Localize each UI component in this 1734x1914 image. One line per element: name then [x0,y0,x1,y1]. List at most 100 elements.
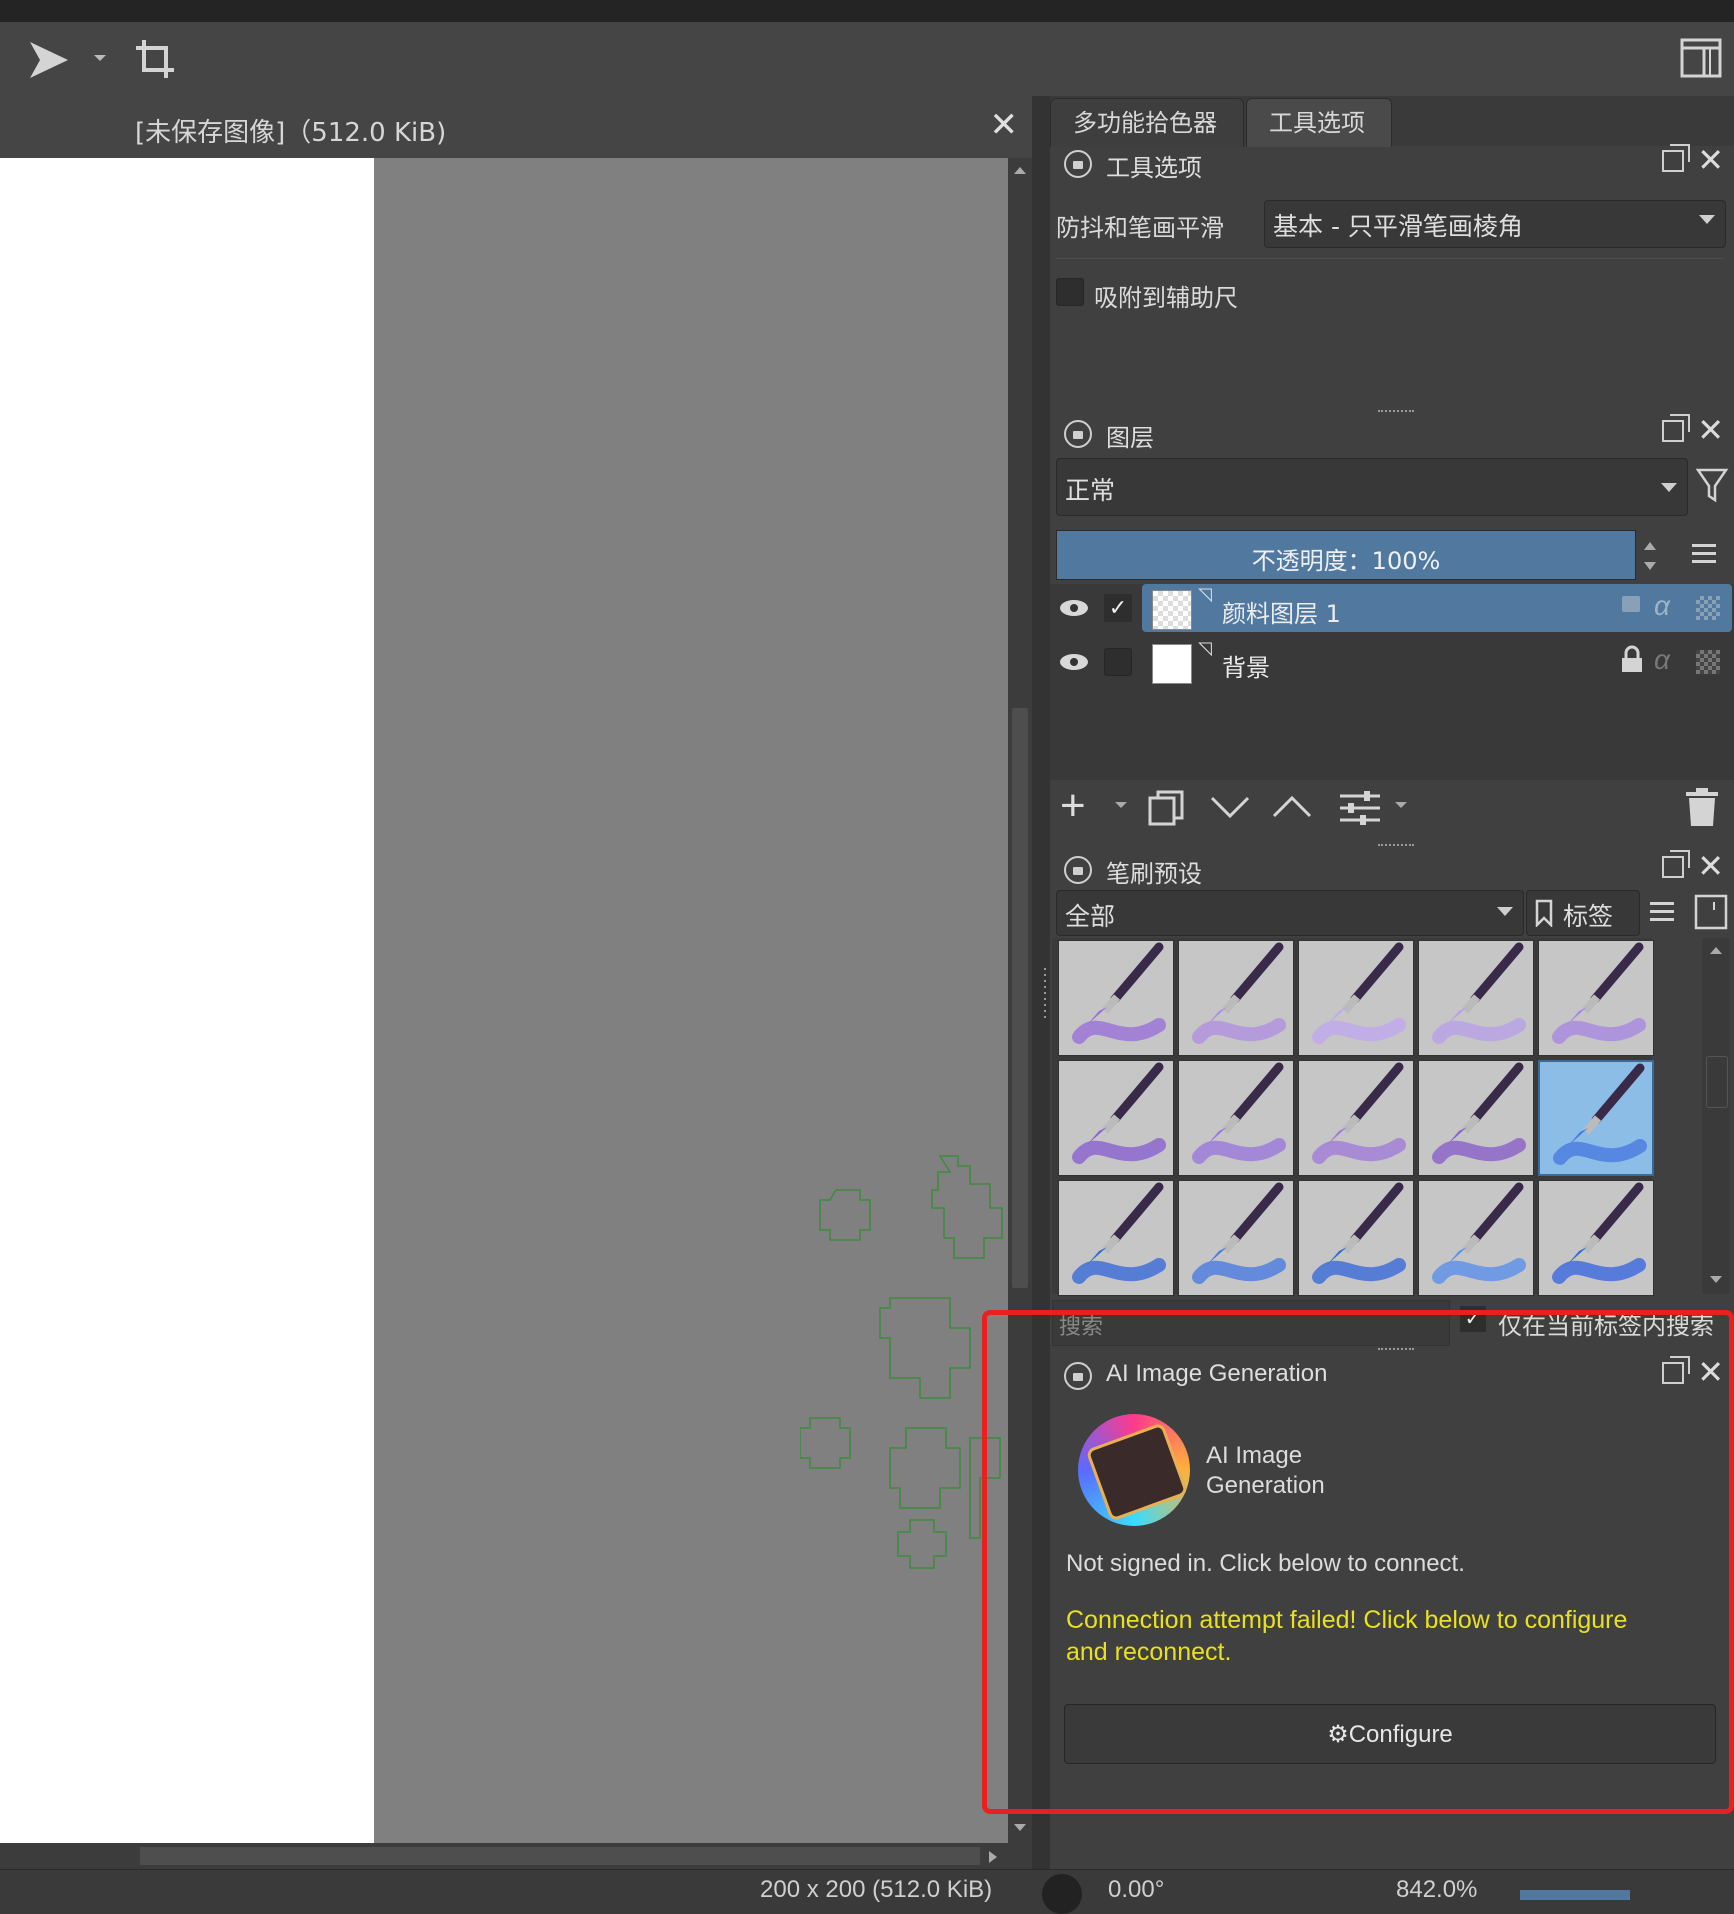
duplicate-icon[interactable] [1146,788,1186,828]
alpha-icon[interactable]: α [1654,590,1670,622]
tab-tool-options[interactable]: 工具选项 [1246,98,1392,147]
trash-icon[interactable] [1684,786,1720,828]
dropdown-arrow-icon[interactable] [1394,800,1408,810]
lock-icon[interactable] [1064,150,1092,178]
tool-options-header: 工具选项 ✕ [1064,144,1724,186]
move-down-icon[interactable] [1210,794,1250,820]
opacity-slider[interactable]: 不透明度：100% [1056,530,1636,580]
menu-icon[interactable] [1648,900,1678,928]
float-icon[interactable] [1662,414,1690,442]
layer-thumbnail [1152,590,1192,630]
tab-color-selector[interactable]: 多功能拾色器 [1050,98,1244,147]
close-icon[interactable]: ✕ [1697,144,1724,176]
properties-icon[interactable] [1338,790,1382,826]
smoothing-select[interactable]: 基本 - 只平滑笔画棱角 [1264,200,1726,248]
close-icon[interactable]: ✕ [990,108,1019,142]
brush-preset-tile[interactable] [1298,1180,1414,1296]
brush-preset-tile[interactable] [1178,1180,1294,1296]
snap-checkbox[interactable] [1056,278,1084,306]
crop-icon[interactable] [132,36,178,82]
zoom-slider[interactable] [1520,1890,1630,1900]
brush-preset-tile[interactable] [1418,1060,1534,1176]
menu-icon[interactable] [1690,540,1720,570]
brush-filter-select[interactable]: 全部 [1056,890,1524,936]
filter-icon[interactable] [1696,466,1730,510]
scroll-up-icon[interactable] [1012,164,1028,176]
chevron-down-icon [1497,907,1513,916]
document-tab[interactable]: [未保存图像]（512.0 KiB) ✕ [0,96,1032,159]
brush-preset-tile[interactable] [1538,940,1654,1056]
unlocked-icon[interactable] [1622,596,1640,612]
eye-icon[interactable] [1058,596,1090,620]
brush-preset-tile[interactable] [1418,940,1534,1056]
lock-icon[interactable] [1064,420,1092,448]
close-icon[interactable]: ✕ [1697,414,1724,446]
brush-preset-tile[interactable] [1418,1180,1534,1296]
splitter-grip[interactable] [1042,968,1048,1018]
brush-preset-tile[interactable] [1178,1060,1294,1176]
brush-icon [1192,1182,1286,1284]
blend-mode-value: 正常 [1065,476,1116,505]
highlight-box [982,1310,1734,1814]
main-toolbar [0,22,1734,97]
scroll-down-icon[interactable] [1012,1822,1028,1834]
lock-icon[interactable] [1064,856,1092,884]
scroll-right-icon[interactable] [986,1849,1000,1865]
checkmark-icon[interactable]: ✓ [1104,594,1132,622]
lock-icon[interactable] [1620,644,1644,674]
canvas[interactable] [0,158,1008,1843]
paint-layer-icon: ◹ [1198,584,1212,604]
layer-checkbox[interactable] [1104,648,1132,676]
brush-preset-tile[interactable] [1538,1180,1654,1296]
storage-icon[interactable] [1694,894,1728,930]
float-icon[interactable] [1662,850,1690,878]
brush-icon [1552,1182,1646,1284]
blend-mode-select[interactable]: 正常 [1056,458,1688,516]
status-bar: 200 x 200 (512.0 KiB) 0.00° 842.0% [0,1869,1734,1914]
brush-preset-tile[interactable] [1298,940,1414,1056]
rotation-icon[interactable] [1042,1874,1082,1914]
panel-title: 笔刷预设 [1106,860,1202,888]
close-icon[interactable]: ✕ [1697,850,1724,882]
brush-preset-tile[interactable] [1058,1180,1174,1296]
panel-title: 图层 [1106,424,1154,452]
scroll-up-icon[interactable] [1708,944,1724,956]
scrollbar-thumb[interactable] [1706,1056,1728,1108]
brush-preset-tile[interactable] [1538,1060,1654,1176]
opacity-spin-icon[interactable] [1640,532,1660,580]
tag-button[interactable]: 标签 [1526,890,1640,936]
image-canvas[interactable] [0,158,374,1843]
brush-icon [1432,942,1526,1044]
inherit-alpha-icon[interactable] [1696,596,1720,620]
inherit-alpha-icon[interactable] [1696,650,1720,674]
scrollbar-thumb[interactable] [1012,708,1028,1288]
splitter-grip[interactable] [1378,844,1414,850]
scrollbar-thumb[interactable] [140,1847,980,1865]
workspace-layout-icon[interactable] [1680,36,1722,80]
brush-preset-tile[interactable] [1178,940,1294,1056]
layer-thumbnail [1152,644,1192,684]
layer-row[interactable]: ✓ ◹ 颜料图层 1 α [1052,584,1732,634]
play-icon[interactable] [26,38,72,82]
float-icon[interactable] [1662,144,1690,172]
layer-name: 颜料图层 1 [1222,600,1341,628]
add-icon[interactable]: + [1060,784,1086,828]
brush-icon [1312,942,1406,1044]
canvas-horizontal-scrollbar[interactable] [0,1843,1032,1869]
move-up-icon[interactable] [1272,794,1312,820]
dropdown-arrow-icon[interactable] [1114,800,1128,810]
eye-icon[interactable] [1058,650,1090,674]
brush-preset-tile[interactable] [1058,940,1174,1056]
brush-scrollbar[interactable] [1702,938,1730,1294]
scroll-down-icon[interactable] [1708,1274,1724,1286]
brush-preset-tile[interactable] [1298,1060,1414,1176]
brush-preset-tile[interactable] [1058,1060,1174,1176]
brush-icon [1432,1182,1526,1284]
brush-icon [1192,942,1286,1044]
dropdown-arrow-icon[interactable] [92,52,108,64]
brush-icon [1432,1062,1526,1164]
brush-icon [1553,1063,1647,1165]
alpha-icon[interactable]: α [1654,644,1670,676]
layer-row[interactable]: ◹ 背景 α [1052,638,1732,688]
layer-toolbar: + [1050,780,1734,836]
